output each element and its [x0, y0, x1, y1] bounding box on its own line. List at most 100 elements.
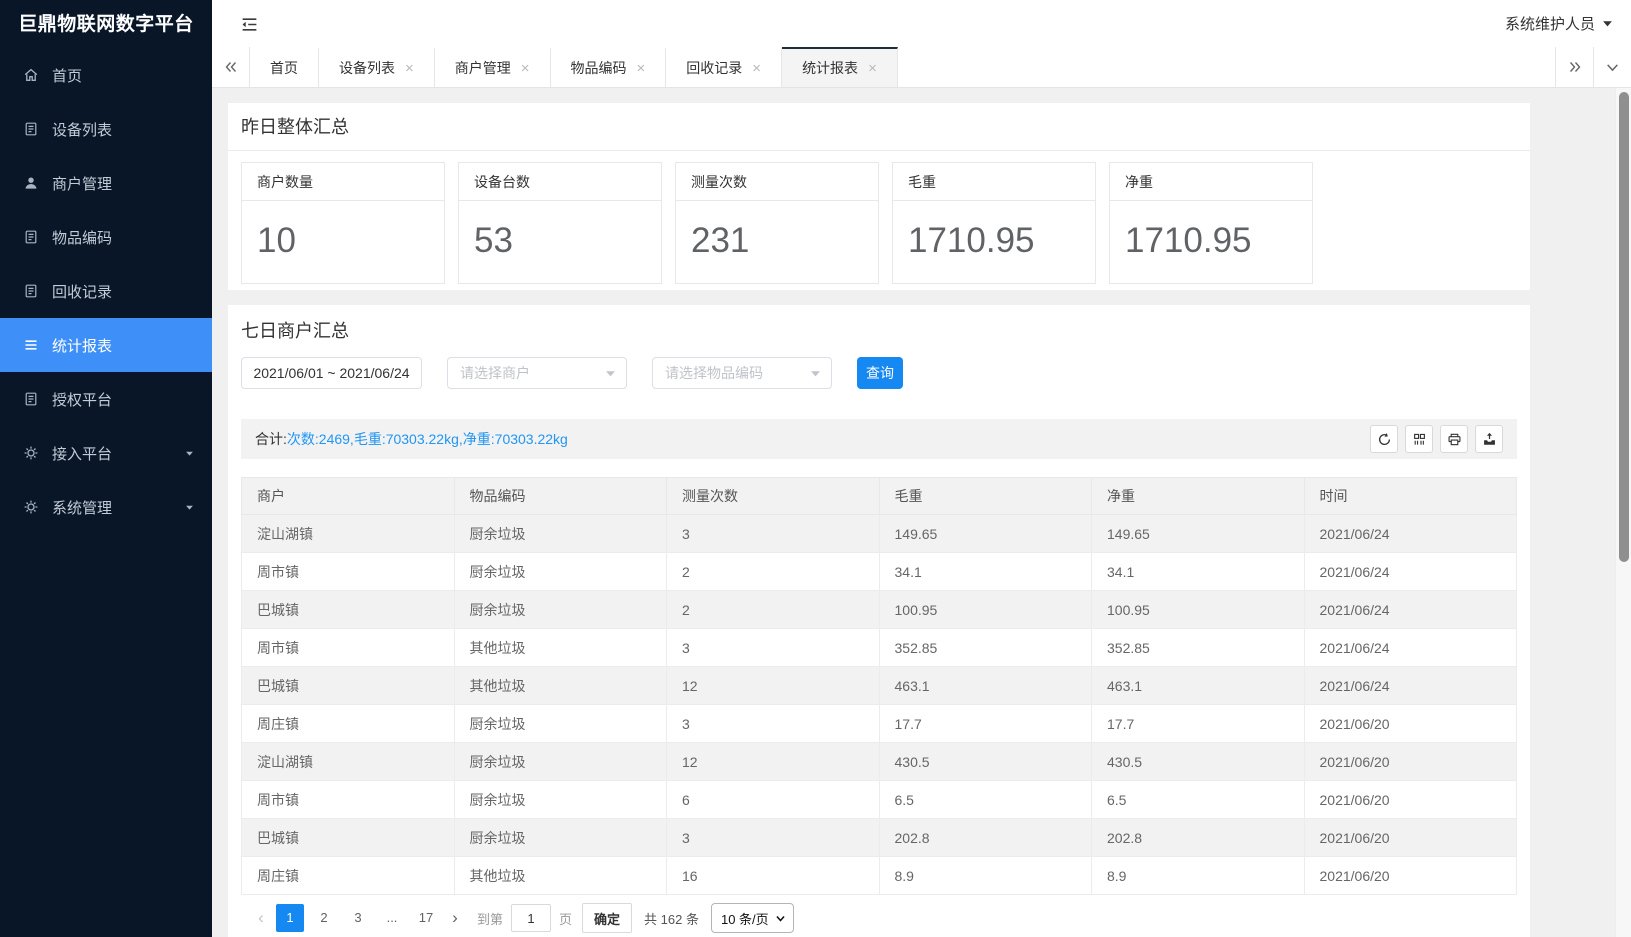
sidebar-item-access-platform[interactable]: 接入平台 [0, 426, 212, 480]
cell-merchant: 周市镇 [242, 781, 455, 819]
sidebar-item-item-codes[interactable]: 物品编码 [0, 210, 212, 264]
tabs-scroll-right-button[interactable] [1555, 47, 1593, 87]
refresh-button[interactable] [1370, 425, 1398, 453]
stat-card-label: 设备台数 [459, 163, 661, 201]
tab-item-codes[interactable]: 物品编码 × [551, 47, 667, 87]
table-row[interactable]: 周庄镇 其他垃圾 16 8.9 8.9 2021/06/20 [242, 857, 1517, 895]
tab-merchant-management[interactable]: 商户管理 × [435, 47, 551, 87]
sidebar-item-recycle-records[interactable]: 回收记录 [0, 264, 212, 318]
tab-label: 商户管理 [455, 58, 511, 78]
goto-confirm-button[interactable]: 确定 [582, 903, 632, 933]
page-number[interactable]: 2 [310, 904, 338, 932]
stat-card-label: 净重 [1110, 163, 1312, 201]
print-button[interactable] [1440, 425, 1468, 453]
cell-date: 2021/06/20 [1304, 857, 1517, 895]
table-row[interactable]: 周市镇 厨余垃圾 2 34.1 34.1 2021/06/24 [242, 553, 1517, 591]
user-menu[interactable]: 系统维护人员 [1505, 0, 1613, 47]
table-row[interactable]: 巴城镇 其他垃圾 12 463.1 463.1 2021/06/24 [242, 667, 1517, 705]
sidebar-item-authorized-platform[interactable]: 授权平台 [0, 372, 212, 426]
cell-net-weight: 430.5 [1092, 743, 1305, 781]
total-count-label: 共 162 条 [644, 909, 699, 928]
sidebar-item-label: 授权平台 [52, 389, 112, 410]
table-column-header: 毛重 [879, 478, 1092, 515]
close-tab-icon[interactable]: × [868, 61, 877, 76]
cell-gross-weight: 463.1 [879, 667, 1092, 705]
prev-page-icon[interactable]: ‹ [249, 904, 273, 932]
cell-net-weight: 149.65 [1092, 515, 1305, 553]
close-tab-icon[interactable]: × [752, 61, 761, 76]
scrollbar-thumb[interactable] [1619, 92, 1629, 562]
page-number[interactable]: 3 [344, 904, 372, 932]
export-button[interactable] [1475, 425, 1503, 453]
table-row[interactable]: 巴城镇 厨余垃圾 2 100.95 100.95 2021/06/24 [242, 591, 1517, 629]
tabs-scroll-left-button[interactable] [212, 47, 250, 87]
goto-page-input[interactable] [511, 904, 551, 932]
cell-item-code: 其他垃圾 [454, 667, 667, 705]
sidebar-menu: 首页 设备列表 商户管理 物品编码 回收记录 统计报表 [0, 48, 212, 534]
cell-gross-weight: 6.5 [879, 781, 1092, 819]
date-range-input[interactable] [241, 357, 422, 389]
table-row[interactable]: 巴城镇 厨余垃圾 3 202.8 202.8 2021/06/20 [242, 819, 1517, 857]
cell-item-code: 厨余垃圾 [454, 591, 667, 629]
page-unit-label: 页 [559, 909, 572, 928]
cell-item-code: 厨余垃圾 [454, 819, 667, 857]
sidebar-fold-icon[interactable] [240, 14, 260, 34]
cell-measure-count: 6 [667, 781, 880, 819]
vertical-scrollbar[interactable] [1615, 88, 1631, 937]
stat-card-label: 测量次数 [676, 163, 878, 201]
page-size-select[interactable]: 10 条/页 [711, 903, 794, 933]
item-code-select[interactable]: 请选择物品编码 [652, 357, 832, 389]
cell-gross-weight: 430.5 [879, 743, 1092, 781]
tabs-dropdown-button[interactable] [1593, 47, 1631, 87]
sidebar-item-device-list[interactable]: 设备列表 [0, 102, 212, 156]
cell-date: 2021/06/20 [1304, 819, 1517, 857]
report-table: 商户物品编码测量次数毛重净重时间 淀山湖镇 厨余垃圾 3 149.65 149.… [241, 477, 1517, 895]
stat-card-value: 1710.95 [893, 201, 1095, 281]
cell-net-weight: 202.8 [1092, 819, 1305, 857]
cell-gross-weight: 17.7 [879, 705, 1092, 743]
page-number[interactable]: 1 [276, 904, 304, 932]
chevron-down-icon [1605, 60, 1620, 75]
table-row[interactable]: 周庄镇 厨余垃圾 3 17.7 17.7 2021/06/20 [242, 705, 1517, 743]
merchant-select-placeholder: 请选择商户 [460, 363, 530, 383]
next-page-icon[interactable]: › [443, 904, 467, 932]
filter-row: 请选择商户 请选择物品编码 查询 [241, 357, 1517, 389]
tab-recycle-records[interactable]: 回收记录 × [666, 47, 782, 87]
cell-measure-count: 16 [667, 857, 880, 895]
table-row[interactable]: 淀山湖镇 厨余垃圾 12 430.5 430.5 2021/06/20 [242, 743, 1517, 781]
sidebar-item-merchant-management[interactable]: 商户管理 [0, 156, 212, 210]
tab-home[interactable]: 首页 [250, 47, 319, 87]
cell-merchant: 淀山湖镇 [242, 743, 455, 781]
cell-item-code: 厨余垃圾 [454, 515, 667, 553]
tab-statistics-report[interactable]: 统计报表 × [782, 47, 898, 87]
table-column-header: 测量次数 [667, 478, 880, 515]
tab-label: 统计报表 [802, 58, 858, 78]
sidebar-item-system-management[interactable]: 系统管理 [0, 480, 212, 534]
caret-down-icon [605, 368, 616, 379]
close-tab-icon[interactable]: × [521, 61, 530, 76]
sidebar-item-home[interactable]: 首页 [0, 48, 212, 102]
refresh [1377, 432, 1392, 447]
close-tab-icon[interactable]: × [405, 61, 414, 76]
merchant-select[interactable]: 请选择商户 [447, 357, 627, 389]
close-tab-icon[interactable]: × [637, 61, 646, 76]
stat-card-label: 毛重 [893, 163, 1095, 201]
item-code-select-placeholder: 请选择物品编码 [665, 363, 763, 383]
sidebar-item-label: 回收记录 [52, 281, 112, 302]
cell-item-code: 厨余垃圾 [454, 781, 667, 819]
totals-label: 合计: [255, 429, 287, 449]
sidebar-item-statistics-report[interactable]: 统计报表 [0, 318, 212, 372]
cell-gross-weight: 149.65 [879, 515, 1092, 553]
search-button[interactable]: 查询 [857, 357, 903, 389]
table-row[interactable]: 周市镇 厨余垃圾 6 6.5 6.5 2021/06/20 [242, 781, 1517, 819]
page-number[interactable]: ... [378, 904, 406, 932]
cell-merchant: 周市镇 [242, 629, 455, 667]
column-settings-button[interactable] [1405, 425, 1433, 453]
table-row[interactable]: 周市镇 其他垃圾 3 352.85 352.85 2021/06/24 [242, 629, 1517, 667]
sidebar-item-label: 物品编码 [52, 227, 112, 248]
tab-device-list[interactable]: 设备列表 × [319, 47, 435, 87]
table-row[interactable]: 淀山湖镇 厨余垃圾 3 149.65 149.65 2021/06/24 [242, 515, 1517, 553]
goto-label: 到第 [477, 909, 503, 928]
page-number[interactable]: 17 [412, 904, 440, 932]
columns [1412, 432, 1427, 447]
